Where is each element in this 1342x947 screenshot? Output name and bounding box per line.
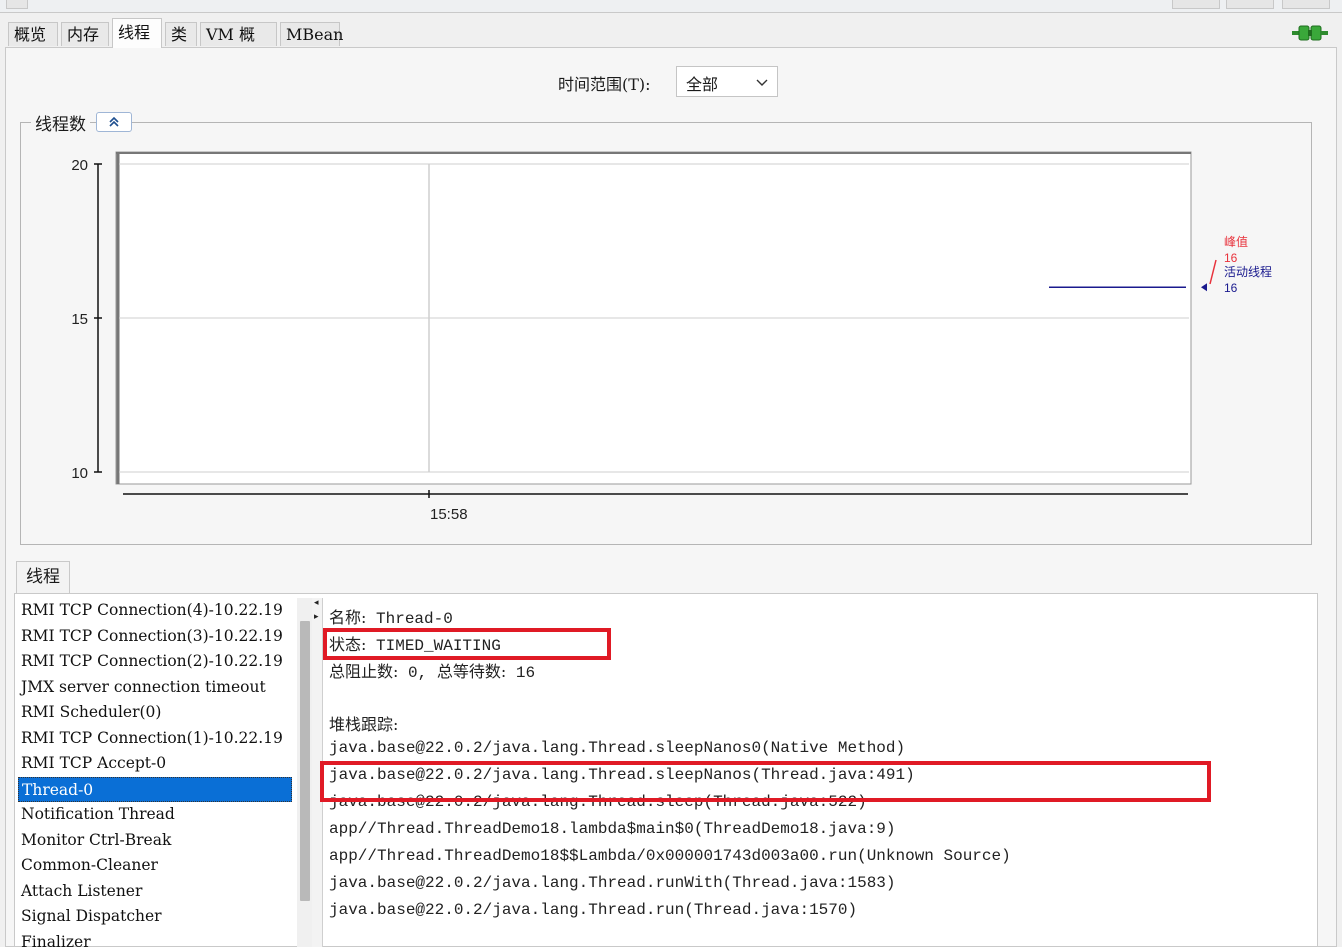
collapse-left-arrow-icon[interactable]: ◂ xyxy=(314,598,319,608)
x-ticks: 15:58 xyxy=(428,490,468,523)
collapse-button[interactable] xyxy=(96,112,132,132)
highlight-box-stack-line xyxy=(320,761,1211,802)
tab-thread-list[interactable]: 线程 xyxy=(16,561,70,594)
app-icon xyxy=(6,0,28,9)
thread-list-item[interactable]: RMI Scheduler(0) xyxy=(18,700,296,726)
y-tick-label: 10 xyxy=(71,465,88,482)
name-label: 名称: xyxy=(329,608,367,627)
y-tick-label: 20 xyxy=(71,157,88,174)
toolbar-button[interactable] xyxy=(1172,0,1220,9)
thread-list-scrollbar[interactable] xyxy=(297,598,312,947)
legend-peak-label: 峰值 xyxy=(1224,234,1248,249)
thread-list-item[interactable]: JMX server connection timeout xyxy=(18,675,296,701)
legend-peak-value: 16 xyxy=(1224,251,1238,265)
thread-count-chart: 20 15 10 15:58 峰值 16 活动线程 16 xyxy=(71,151,1272,523)
thread-list-item[interactable]: Signal Dispatcher xyxy=(18,904,296,930)
toolbar-button[interactable] xyxy=(1226,0,1274,9)
highlight-box-state xyxy=(323,628,611,660)
tab-memory[interactable]: 内存 xyxy=(61,22,109,46)
thread-counts-line: 总阻止数: 0, 总等待数: 16 xyxy=(329,658,535,682)
double-chevron-up-icon xyxy=(109,116,119,127)
stack-trace-heading: 堆栈跟踪: xyxy=(329,715,399,734)
thread-name-line: 名称: Thread-0 xyxy=(329,604,453,628)
time-range-value: 全部 xyxy=(686,75,719,94)
thread-list-item[interactable]: Monitor Ctrl-Break xyxy=(18,828,296,854)
legend-live-label: 活动线程 xyxy=(1224,264,1272,279)
window-title-strip xyxy=(0,0,1342,13)
thread-list[interactable]: RMI TCP Connection(4)-10.22.19 RMI TCP Co… xyxy=(18,598,296,947)
thread-list-item[interactable]: RMI TCP Connection(3)-10.22.19 xyxy=(18,624,296,650)
thread-list-item[interactable]: RMI TCP Connection(4)-10.22.19 xyxy=(18,598,296,624)
thread-list-item[interactable]: Thread-0 xyxy=(18,776,292,802)
legend-live-value: 16 xyxy=(1224,281,1238,295)
thread-list-item[interactable]: Notification Thread xyxy=(18,802,296,828)
thread-list-item[interactable]: Attach Listener xyxy=(18,879,296,905)
blocked-label: 总阻止数: xyxy=(329,662,399,681)
time-range-label: 时间范围(T): xyxy=(558,75,651,94)
scrollbar-thumb[interactable] xyxy=(300,621,310,901)
tab-mbean[interactable]: MBean xyxy=(280,22,343,46)
name-value: Thread-0 xyxy=(376,610,453,628)
waited-label: 总等待数: xyxy=(436,662,507,681)
stack-frame: java.base@22.0.2/java.lang.Thread.sleepN… xyxy=(329,739,906,757)
stack-frame: java.base@22.0.2/java.lang.Thread.run(Th… xyxy=(329,901,858,919)
thread-list-item[interactable]: RMI TCP Connection(2)-10.22.19 xyxy=(18,649,296,675)
thread-list-item[interactable]: RMI TCP Connection(1)-10.22.19 xyxy=(18,726,296,752)
stack-frame: app//Thread.ThreadDemo18.lambda$main$0(T… xyxy=(329,820,896,838)
tab-vm-summary[interactable]: VM 概要 xyxy=(200,22,277,68)
tab-classes[interactable]: 类 xyxy=(165,22,197,46)
stack-frame: app//Thread.ThreadDemo18$$Lambda/0x00000… xyxy=(329,847,1011,865)
tab-overview[interactable]: 概览 xyxy=(8,22,58,46)
thread-list-item[interactable]: RMI TCP Accept-0 xyxy=(18,751,296,777)
waited-value: 16 xyxy=(515,664,536,682)
legend-connector xyxy=(1209,259,1217,285)
expand-right-arrow-icon[interactable]: ▸ xyxy=(314,612,319,622)
thread-list-item[interactable]: Finalizer xyxy=(18,930,296,947)
time-range-select[interactable]: 全部 xyxy=(676,66,778,97)
stack-frame: java.base@22.0.2/java.lang.Thread.runWit… xyxy=(329,874,896,892)
y-tick-label: 15 xyxy=(71,311,88,328)
chevron-down-icon xyxy=(756,79,768,86)
thread-count-title: 线程数 xyxy=(31,110,90,135)
tab-threads[interactable]: 线程 xyxy=(112,18,162,48)
connection-plug-icon[interactable] xyxy=(1292,22,1328,44)
x-tick-label: 15:58 xyxy=(430,506,468,523)
current-value-marker xyxy=(1201,283,1207,292)
thread-list-item[interactable]: Common-Cleaner xyxy=(18,853,296,879)
stack-trace-label: 堆栈跟踪: xyxy=(329,711,398,735)
toolbar-button[interactable] xyxy=(1282,0,1330,9)
blocked-value: 0, xyxy=(408,664,428,682)
